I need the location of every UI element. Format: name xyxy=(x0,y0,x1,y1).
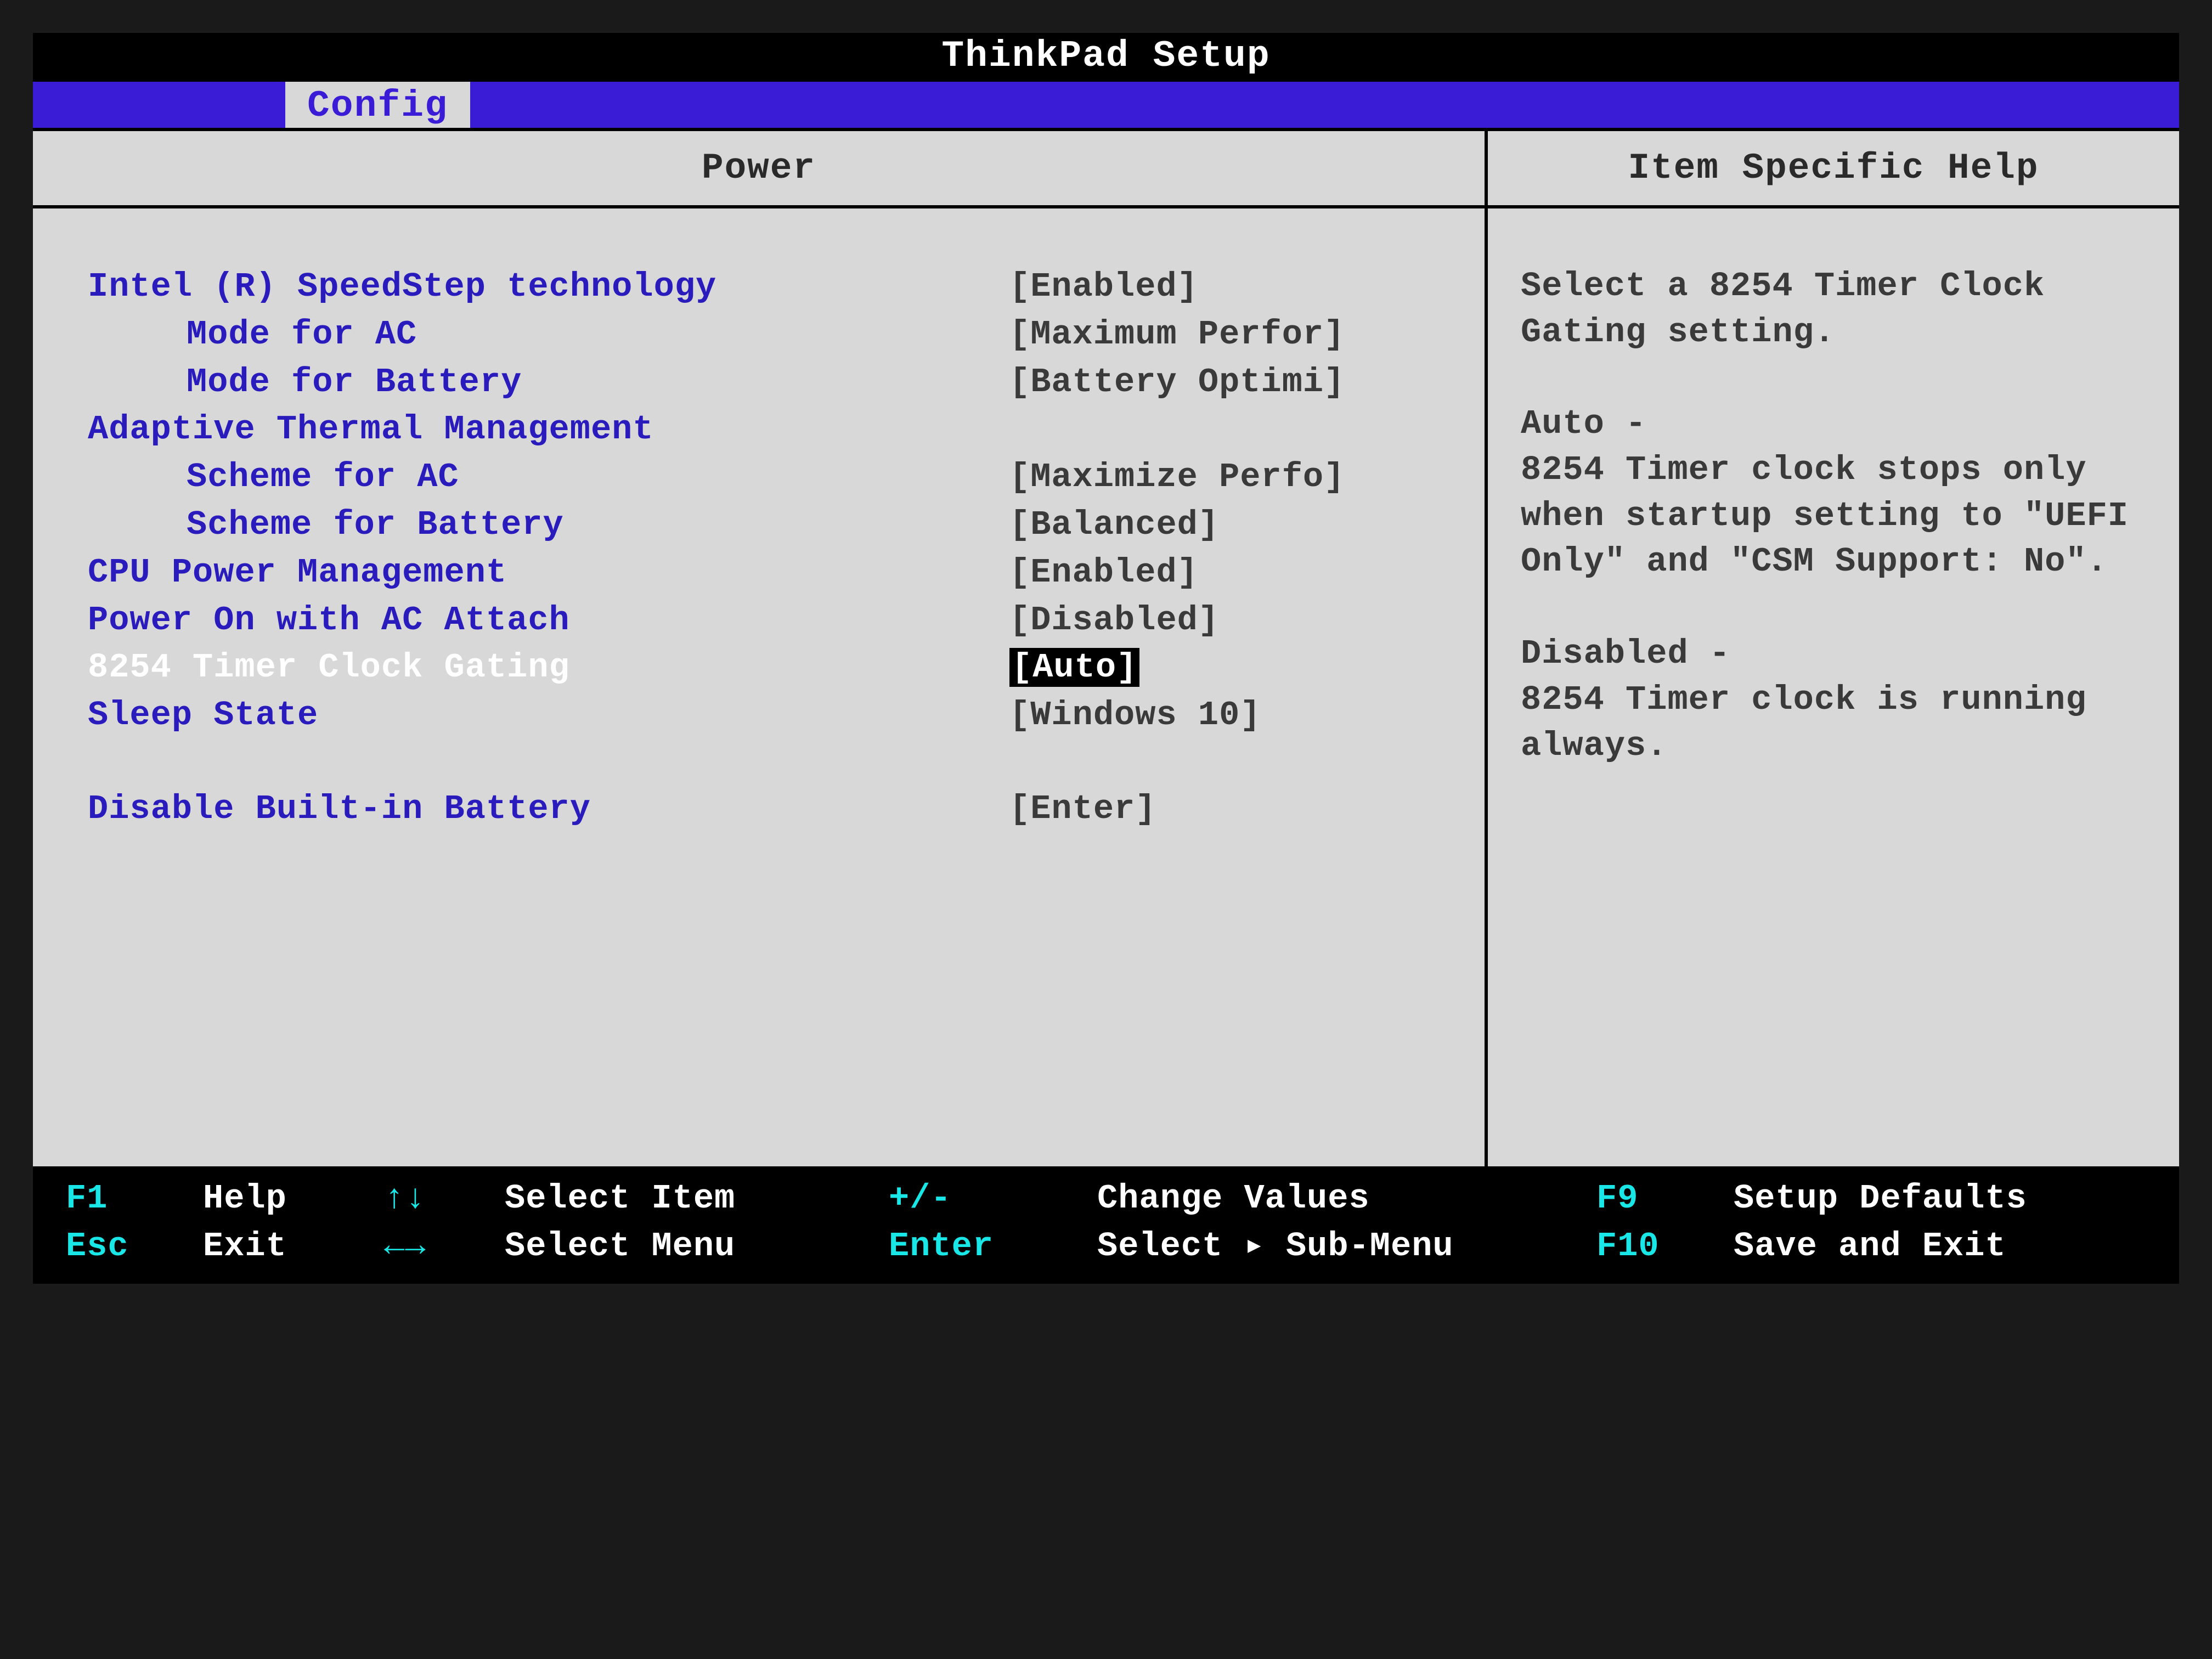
content-area: Power Intel (R) SpeedStep technology [En… xyxy=(33,128,2179,1166)
footer-keyhints: F1 Help ↑↓ Select Item +/- Change Values… xyxy=(33,1166,2179,1284)
help-text: Select a 8254 Timer Clock Gating setting… xyxy=(1488,208,2179,1166)
footer-row-2: Esc Exit ←→ Select Menu Enter Select ▸ S… xyxy=(66,1223,2146,1271)
key-f1: F1 xyxy=(66,1175,203,1223)
setting-power-on-ac-attach[interactable]: Power On with AC Attach [Disabled] xyxy=(88,597,1463,645)
hint-select-item: Select Item xyxy=(505,1175,889,1223)
main-panel: Power Intel (R) SpeedStep technology [En… xyxy=(33,131,1488,1166)
setting-value[interactable]: [Enter] xyxy=(1009,786,1156,833)
setting-value[interactable]: [Auto] xyxy=(1009,644,1139,692)
setting-label: Mode for AC xyxy=(88,311,1009,359)
setting-mode-ac[interactable]: Mode for AC [Maximum Perfor] xyxy=(88,311,1463,359)
setting-label: Mode for Battery xyxy=(88,359,1009,407)
setting-label: Scheme for AC xyxy=(88,454,1009,501)
footer-row-1: F1 Help ↑↓ Select Item +/- Change Values… xyxy=(66,1175,2146,1223)
setting-value[interactable]: [Maximize Perfo] xyxy=(1009,454,1345,501)
tab-config[interactable]: Config xyxy=(285,82,470,128)
setting-value[interactable]: [Enabled] xyxy=(1009,263,1198,311)
key-enter: Enter xyxy=(889,1223,1097,1271)
help-panel: Item Specific Help Select a 8254 Timer C… xyxy=(1488,131,2179,1166)
key-plusminus: +/- xyxy=(889,1175,1097,1223)
hint-select-submenu: Select ▸ Sub-Menu xyxy=(1097,1223,1596,1271)
setting-label: CPU Power Management xyxy=(88,549,1009,597)
setting-value[interactable]: [Windows 10] xyxy=(1009,692,1261,740)
help-paragraph: Disabled - 8254 Timer clock is running a… xyxy=(1521,631,2146,769)
help-paragraph: Select a 8254 Timer Clock Gating setting… xyxy=(1521,263,2146,355)
setting-label: Sleep State xyxy=(88,692,1009,740)
setting-label: Disable Built-in Battery xyxy=(88,786,1009,833)
help-paragraph: Auto - 8254 Timer clock stops only when … xyxy=(1521,401,2146,585)
setting-cpu-power-mgmt[interactable]: CPU Power Management [Enabled] xyxy=(88,549,1463,597)
tab-bar-lead xyxy=(33,82,285,128)
arrows-updown-icon: ↑↓ xyxy=(384,1175,505,1223)
hint-exit: Exit xyxy=(203,1223,384,1271)
setting-scheme-battery[interactable]: Scheme for Battery [Balanced] xyxy=(88,501,1463,549)
setting-label: Scheme for Battery xyxy=(88,501,1009,549)
key-f10: F10 xyxy=(1596,1223,1734,1271)
setting-label: Adaptive Thermal Management xyxy=(88,406,1009,454)
hint-select-menu: Select Menu xyxy=(505,1223,889,1271)
setting-sleep-state[interactable]: Sleep State [Windows 10] xyxy=(88,692,1463,740)
setting-value[interactable]: [Maximum Perfor] xyxy=(1009,311,1345,359)
action-disable-builtin-battery[interactable]: Disable Built-in Battery [Enter] xyxy=(88,786,1463,833)
setting-value[interactable]: [Enabled] xyxy=(1009,549,1198,597)
setting-value[interactable]: [Disabled] xyxy=(1009,597,1219,645)
setting-value[interactable]: [Battery Optimi] xyxy=(1009,359,1345,407)
window-title: ThinkPad Setup xyxy=(33,33,2179,82)
bios-screen: ThinkPad Setup Config Power Intel (R) Sp… xyxy=(33,33,2179,1284)
main-panel-header: Power xyxy=(33,131,1485,208)
arrows-leftright-icon: ←→ xyxy=(384,1223,505,1271)
tab-bar: Config xyxy=(33,82,2179,128)
setting-label: Intel (R) SpeedStep technology xyxy=(88,263,1009,311)
key-f9: F9 xyxy=(1596,1175,1734,1223)
help-panel-header: Item Specific Help xyxy=(1488,131,2179,208)
hint-setup-defaults: Setup Defaults xyxy=(1734,1175,2027,1223)
setting-label: 8254 Timer Clock Gating xyxy=(88,644,1009,692)
hint-change-values: Change Values xyxy=(1097,1175,1596,1223)
setting-8254-timer-clock-gating[interactable]: 8254 Timer Clock Gating [Auto] xyxy=(88,644,1463,692)
key-esc: Esc xyxy=(66,1223,203,1271)
setting-adaptive-thermal[interactable]: Adaptive Thermal Management xyxy=(88,406,1463,454)
hint-save-and-exit: Save and Exit xyxy=(1734,1223,2006,1271)
setting-value[interactable]: [Balanced] xyxy=(1009,501,1219,549)
spacer xyxy=(88,740,1463,786)
settings-list: Intel (R) SpeedStep technology [Enabled]… xyxy=(33,208,1485,1166)
setting-scheme-ac[interactable]: Scheme for AC [Maximize Perfo] xyxy=(88,454,1463,501)
setting-mode-battery[interactable]: Mode for Battery [Battery Optimi] xyxy=(88,359,1463,407)
hint-help: Help xyxy=(203,1175,384,1223)
setting-speedstep[interactable]: Intel (R) SpeedStep technology [Enabled] xyxy=(88,263,1463,311)
setting-label: Power On with AC Attach xyxy=(88,597,1009,645)
